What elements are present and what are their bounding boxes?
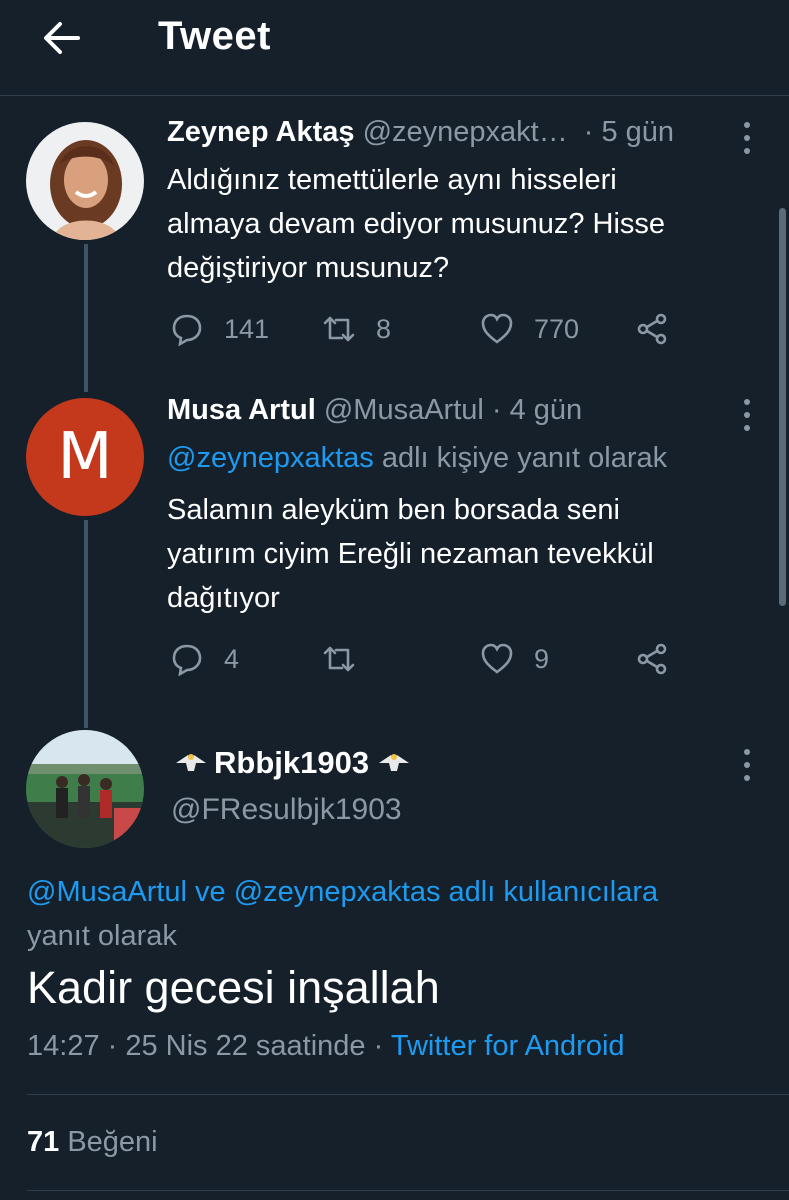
like-count: 770 bbox=[534, 313, 580, 344]
mention-link[interactable]: @zeynepxaktas bbox=[167, 442, 374, 474]
eagle-icon bbox=[379, 754, 410, 771]
tweet-actions: 141 8 770 bbox=[170, 309, 730, 349]
replying-label: adlı kişiye yanıt olarak bbox=[381, 442, 668, 474]
tweet-source-link[interactable]: Twitter for Android bbox=[391, 1030, 625, 1062]
scrollbar[interactable] bbox=[779, 208, 786, 606]
retweet-button[interactable]: 8 bbox=[322, 309, 391, 349]
eagle-icon bbox=[176, 754, 206, 771]
author-name[interactable]: Musa Artul bbox=[167, 394, 316, 426]
heart-icon bbox=[481, 643, 513, 674]
more-options-icon[interactable] bbox=[737, 399, 757, 431]
reply-count: 141 bbox=[224, 313, 270, 344]
tweet-actions: 4 9 bbox=[170, 639, 730, 679]
avatar[interactable] bbox=[26, 122, 144, 240]
profile-photo-icon bbox=[26, 122, 144, 240]
tweet-time[interactable]: · 4 gün bbox=[492, 394, 582, 426]
share-icon bbox=[637, 313, 667, 345]
reply-button[interactable]: 4 bbox=[170, 639, 239, 679]
replying-to: @MusaArtul ve @zeynepxaktas adlı kullanı… bbox=[27, 870, 767, 958]
likes-summary[interactable]: 71 Beğeni bbox=[27, 1126, 158, 1159]
tweet-text-line: Salamın aleyküm ben borsada seni bbox=[167, 494, 620, 526]
replying-label: yanıt olarak bbox=[27, 920, 177, 952]
share-button[interactable] bbox=[635, 639, 669, 679]
retweet-icon bbox=[323, 646, 355, 672]
page-title: Tweet bbox=[158, 14, 271, 58]
tweet-text: Aldığınız temettülerle aynı hisseleri al… bbox=[167, 158, 665, 290]
tweet-text: Salamın aleyküm ben borsada seni yatırım… bbox=[167, 488, 654, 620]
reply-button[interactable]: 141 bbox=[170, 309, 269, 349]
thread-line bbox=[84, 520, 88, 728]
reply-icon bbox=[172, 314, 202, 346]
retweet-icon bbox=[323, 316, 355, 342]
mention-links[interactable]: @MusaArtul ve @zeynepxaktas adlı kullanı… bbox=[27, 870, 767, 914]
thread-line bbox=[84, 244, 88, 392]
tweet-time[interactable]: · 5 gün bbox=[584, 116, 674, 148]
back-arrow-icon[interactable] bbox=[38, 16, 86, 60]
author-handle[interactable]: @MusaArtul bbox=[324, 394, 484, 426]
share-button[interactable] bbox=[635, 309, 669, 349]
tweet-text-line: değiştiriyor musunuz? bbox=[167, 252, 450, 284]
like-label: Beğeni bbox=[67, 1126, 158, 1158]
like-button[interactable]: 770 bbox=[480, 309, 579, 349]
author-handle[interactable]: @zeynepxakt… bbox=[363, 116, 568, 148]
author-name-row[interactable]: Rbbjk1903 bbox=[174, 745, 411, 781]
tweet-header: Zeynep Aktaş @zeynepxakt… · 5 gün bbox=[167, 116, 674, 149]
like-button[interactable]: 9 bbox=[480, 639, 549, 679]
tweet-text-line: almaya devam ediyor musunuz? Hisse bbox=[167, 208, 666, 240]
avatar-letter: M bbox=[57, 420, 113, 494]
tweet-text-line: yatırım ciyim Ereğli nezaman tevekkül bbox=[167, 538, 654, 570]
reply-count: 4 bbox=[224, 643, 240, 674]
share-icon bbox=[637, 643, 667, 675]
author-name[interactable]: Zeynep Aktaş bbox=[167, 116, 355, 148]
tweet-text: Kadir gecesi inşallah bbox=[27, 962, 440, 1013]
top-bar: Tweet bbox=[0, 0, 789, 96]
like-count: 9 bbox=[534, 643, 550, 674]
tweet-header: Musa Artul @MusaArtul · 4 gün bbox=[167, 394, 582, 427]
divider bbox=[27, 1094, 789, 1095]
more-options-icon[interactable] bbox=[737, 122, 757, 154]
replying-to: @zeynepxaktas adlı kişiye yanıt olarak bbox=[167, 442, 667, 475]
avatar[interactable]: M bbox=[26, 398, 144, 516]
like-count: 71 bbox=[27, 1126, 60, 1158]
tweet-timestamp[interactable]: 14:27 · 25 Nis 22 saatinde · bbox=[27, 1030, 383, 1062]
retweet-count: 8 bbox=[376, 313, 392, 344]
avatar[interactable] bbox=[26, 730, 144, 848]
heart-icon bbox=[481, 313, 513, 344]
tweet-text-line: Aldığınız temettülerle aynı hisseleri bbox=[167, 164, 617, 196]
tweet-meta: 14:27 · 25 Nis 22 saatinde · Twitter for… bbox=[27, 1030, 625, 1063]
divider bbox=[27, 1190, 789, 1191]
profile-photo-icon bbox=[26, 730, 144, 848]
more-options-icon[interactable] bbox=[737, 749, 757, 781]
author-name[interactable]: Rbbjk1903 bbox=[214, 745, 369, 781]
tweet-text-line: dağıtıyor bbox=[167, 582, 280, 614]
retweet-button[interactable] bbox=[322, 639, 356, 679]
author-handle[interactable]: @FResulbjk1903 bbox=[171, 793, 402, 827]
reply-icon bbox=[172, 644, 202, 676]
